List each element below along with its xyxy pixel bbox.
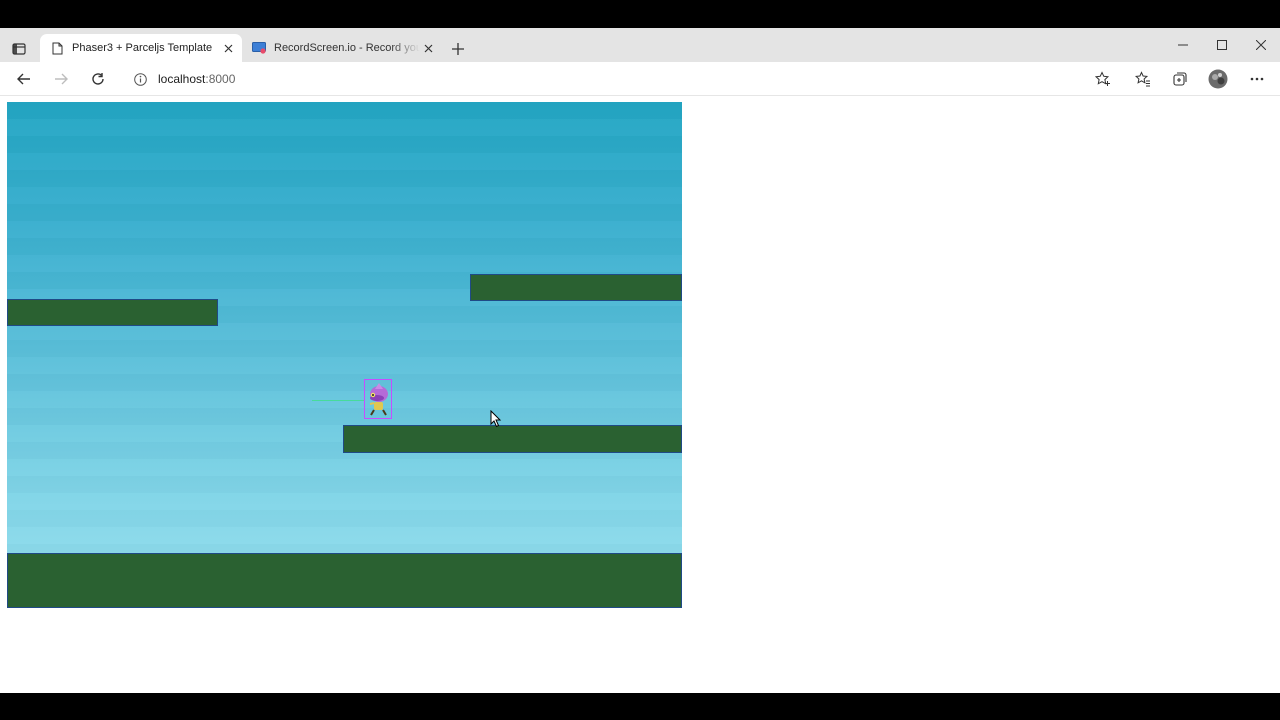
tab-phaser-template[interactable]: Phaser3 + Parceljs Template <box>40 34 242 62</box>
sky-band <box>7 136 682 153</box>
ground-platform <box>7 553 682 608</box>
sky-background <box>7 102 682 608</box>
recordscreen-favicon <box>252 41 266 55</box>
mouse-cursor-icon <box>490 409 502 428</box>
tab-title: Phaser3 + Parceljs Template <box>72 42 213 54</box>
tab-title: RecordScreen.io - Record your screen <box>274 42 420 54</box>
url-host: localhost <box>158 72 206 86</box>
tab-strip: Phaser3 + Parceljs Template RecordScreen… <box>0 28 1280 62</box>
platform-upper-left <box>7 299 218 326</box>
add-favorite-star-icon[interactable] <box>1094 70 1112 88</box>
sky-band <box>7 510 682 527</box>
sky-band <box>7 255 682 272</box>
game-canvas[interactable] <box>7 102 682 608</box>
site-info-icon[interactable] <box>132 71 148 87</box>
sky-band <box>7 357 682 374</box>
player-sprite <box>364 379 392 419</box>
platform-middle-right <box>343 425 682 453</box>
page-icon <box>50 41 64 55</box>
sky-band <box>7 493 682 510</box>
sky-band <box>7 187 682 204</box>
sky-band <box>7 527 682 544</box>
sky-band <box>7 459 682 476</box>
tab-actions-icon[interactable] <box>8 38 30 60</box>
sky-band <box>7 221 682 238</box>
sky-band <box>7 153 682 170</box>
address-bar[interactable]: localhost:8000 <box>122 65 1120 93</box>
video-letterbox-bottom <box>0 693 1280 720</box>
forward-arrow-icon[interactable] <box>49 67 73 91</box>
sky-band <box>7 204 682 221</box>
maximize-icon[interactable] <box>1202 28 1241 62</box>
url-port: :8000 <box>205 72 236 86</box>
physics-velocity-debug-line <box>312 400 365 401</box>
page-viewport <box>0 96 1280 693</box>
sky-band <box>7 374 682 391</box>
back-arrow-icon[interactable] <box>12 67 36 91</box>
window-close-icon[interactable] <box>1241 28 1280 62</box>
platform-upper-right <box>470 274 682 301</box>
new-tab-plus-icon[interactable] <box>448 39 468 59</box>
profile-avatar-icon[interactable] <box>1206 67 1230 91</box>
tab-recordscreen[interactable]: RecordScreen.io - Record your screen <box>244 34 442 62</box>
sky-band <box>7 102 682 119</box>
url-text: localhost:8000 <box>158 72 235 86</box>
minimize-icon[interactable] <box>1163 28 1202 62</box>
video-letterbox-top <box>0 0 1280 28</box>
sky-band <box>7 238 682 255</box>
sky-band <box>7 119 682 136</box>
purple-character-icon <box>369 383 388 416</box>
sky-band <box>7 408 682 425</box>
sky-band <box>7 170 682 187</box>
refresh-icon[interactable] <box>86 67 110 91</box>
window-controls <box>1163 28 1280 62</box>
sky-band <box>7 340 682 357</box>
close-icon[interactable] <box>220 40 236 56</box>
collections-icon[interactable] <box>1168 67 1192 91</box>
browser-toolbar: localhost:8000 <box>0 62 1280 96</box>
close-icon[interactable] <box>420 40 436 56</box>
more-menu-icon[interactable] <box>1245 67 1269 91</box>
sky-band <box>7 476 682 493</box>
favorites-icon[interactable] <box>1131 67 1155 91</box>
browser-window: Phaser3 + Parceljs Template RecordScreen… <box>0 28 1280 693</box>
